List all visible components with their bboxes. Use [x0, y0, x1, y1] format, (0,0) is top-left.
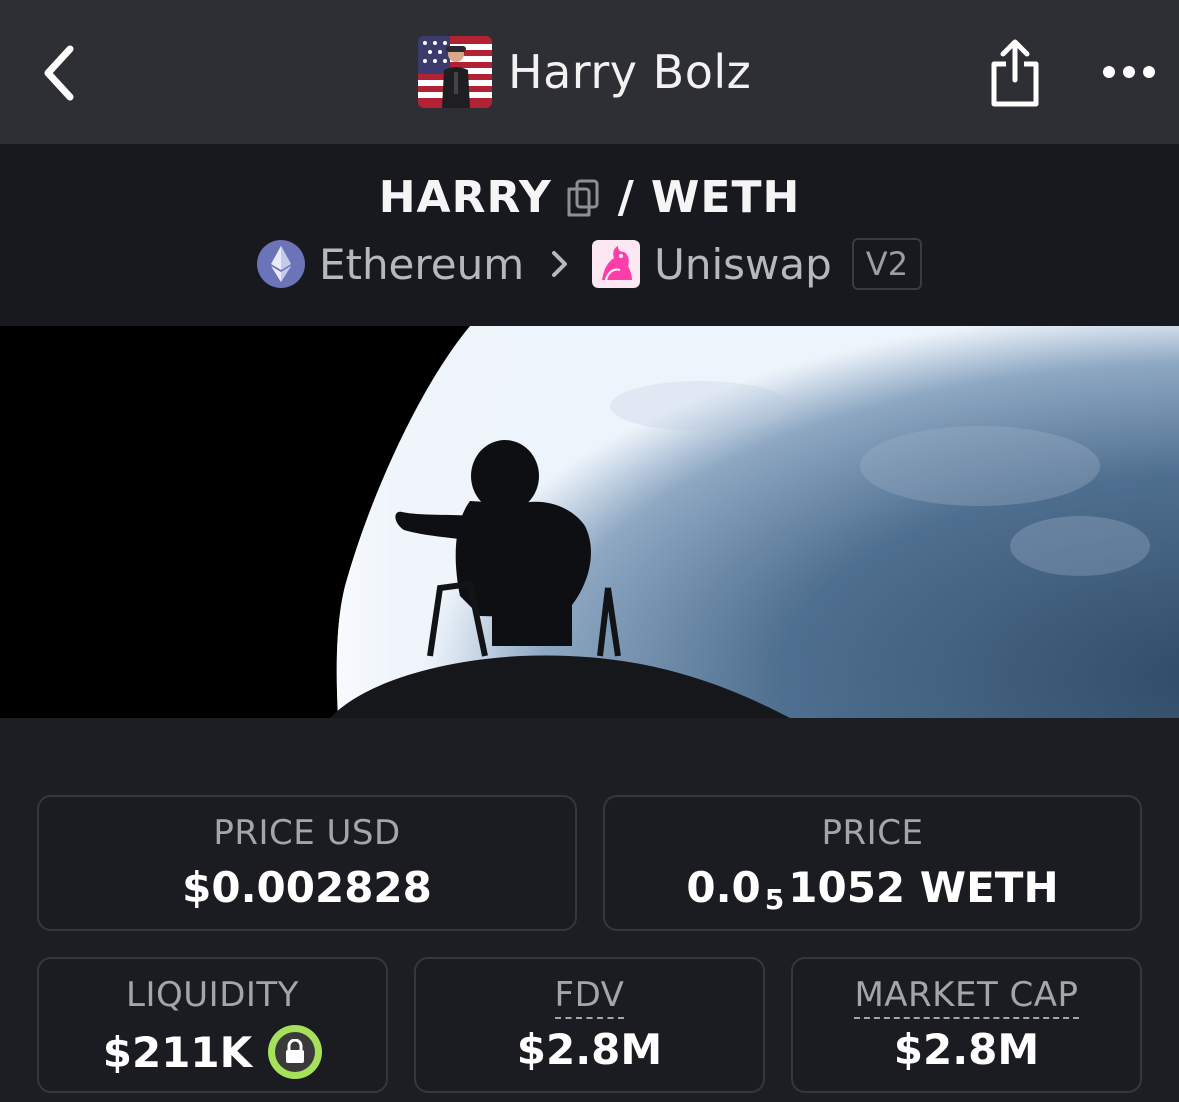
price-native-prefix: 0.0 — [686, 863, 761, 912]
price-usd-card: PRICE USD $0.002828 — [37, 795, 577, 931]
token-title: Harry Bolz — [418, 36, 751, 108]
price-usd-label: PRICE USD — [213, 813, 401, 853]
lock-icon — [286, 1039, 305, 1063]
fdv-card[interactable]: FDV $2.8M — [414, 957, 765, 1093]
more-options-button[interactable] — [1096, 50, 1162, 94]
price-usd-value: $0.002828 — [182, 863, 432, 912]
price-native-label: PRICE — [821, 813, 924, 853]
pair-header: HARRY / WETH Ethereum Uniswap V2 — [0, 144, 1179, 326]
chain-link[interactable]: Ethereum — [319, 240, 524, 289]
share-icon — [991, 39, 1039, 107]
price-native-card: PRICE 0.0 5 1052 WETH — [603, 795, 1142, 931]
token-name: Harry Bolz — [508, 45, 752, 99]
liquidity-lock-button[interactable] — [268, 1025, 323, 1079]
chain-dex-row: Ethereum Uniswap V2 — [0, 238, 1179, 290]
price-native-zero-count: 5 — [764, 883, 785, 916]
fdv-label: FDV — [554, 975, 625, 1019]
token-avatar — [418, 36, 492, 108]
fdv-value: $2.8M — [516, 1025, 663, 1074]
market-cap-card[interactable]: MARKET CAP $2.8M — [791, 957, 1142, 1093]
share-button[interactable] — [984, 36, 1046, 110]
market-cap-label: MARKET CAP — [854, 975, 1079, 1019]
quote-token-symbol: WETH — [650, 172, 801, 223]
top-nav-bar: Harry Bolz — [0, 0, 1179, 144]
pair-separator: / — [617, 172, 635, 223]
uniswap-icon — [592, 240, 641, 288]
liquidity-label: LIQUIDITY — [126, 975, 299, 1015]
ethereum-icon — [256, 240, 305, 288]
dex-version-badge: V2 — [851, 238, 923, 290]
price-native-suffix: 1052 WETH — [788, 863, 1059, 912]
chevron-left-icon — [44, 45, 74, 101]
liquidity-value: $211K — [102, 1027, 253, 1077]
stats-area: PRICE USD $0.002828 PRICE 0.0 5 1052 WET… — [0, 718, 1179, 1102]
back-button[interactable] — [30, 38, 90, 108]
dex-link[interactable]: Uniswap — [654, 240, 832, 289]
copy-icon — [567, 179, 599, 216]
copy-address-button[interactable] — [566, 179, 600, 217]
liquidity-card: LIQUIDITY $211K — [37, 957, 388, 1093]
chevron-right-icon — [550, 249, 570, 279]
price-native-value: 0.0 5 1052 WETH — [605, 863, 1140, 916]
more-horizontal-icon — [1103, 66, 1155, 78]
pair-title: HARRY / WETH — [0, 172, 1179, 223]
market-cap-value: $2.8M — [893, 1025, 1040, 1074]
base-token-symbol: HARRY — [378, 172, 552, 223]
token-banner-image — [0, 326, 1179, 718]
